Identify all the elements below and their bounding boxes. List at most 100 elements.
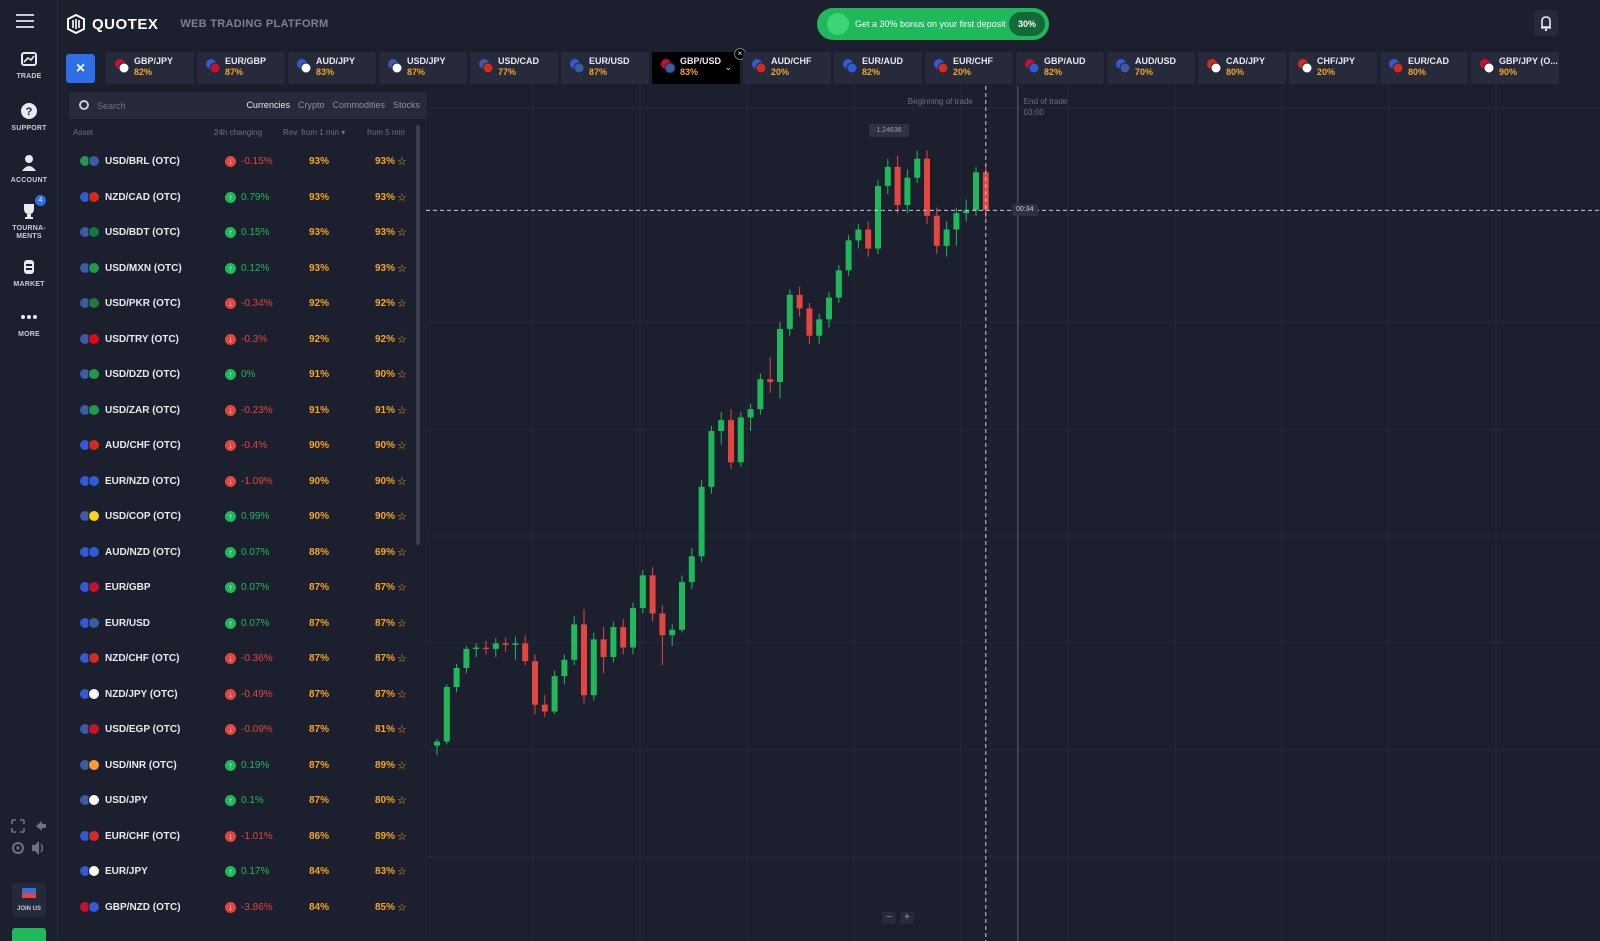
asset-row[interactable]: USD/BRL (OTC) ↓ -0.15% 93% 93% ☆: [69, 144, 419, 180]
promo-banner[interactable]: Get a 30% bonus on your first deposit 30…: [817, 8, 1049, 40]
star-icon[interactable]: ☆: [397, 865, 407, 878]
asset-row[interactable]: AUD/NZD (OTC) ↑ 0.07% 88% 69% ☆: [69, 535, 419, 571]
currency-flag-icon: [934, 59, 949, 74]
star-icon[interactable]: ☆: [397, 901, 407, 914]
candle-body: [796, 294, 803, 309]
star-icon[interactable]: ☆: [397, 688, 407, 701]
star-icon[interactable]: ☆: [397, 155, 407, 168]
asset-row[interactable]: NZD/CHF (OTC) ↓ -0.36% 87% 87% ☆: [69, 641, 419, 677]
asset-row[interactable]: USD/EGP (OTC) ↓ -0.09% 87% 81% ☆: [69, 712, 419, 748]
tab-gbp-aud[interactable]: GBP/AUD 82%: [1016, 52, 1104, 84]
rail-item-market[interactable]: MARKET: [0, 256, 58, 289]
tab-usd-cad[interactable]: USD/CAD 77%: [470, 52, 558, 84]
category-currencies[interactable]: Currencies: [246, 100, 290, 110]
currency-flag-icon: [79, 687, 101, 700]
tab-gbp-usd[interactable]: GBP/USD 83% ⌄ ×: [652, 48, 746, 84]
tab-aud-jpy[interactable]: AUD/JPY 83%: [288, 52, 376, 84]
star-icon[interactable]: ☆: [397, 617, 407, 630]
star-icon[interactable]: ☆: [397, 652, 407, 665]
star-icon[interactable]: ☆: [397, 333, 407, 346]
zoom-out-button[interactable]: −: [882, 912, 896, 924]
asset-row[interactable]: EUR/USD ↑ 0.07% 87% 87% ☆: [69, 606, 419, 642]
star-icon[interactable]: ☆: [397, 226, 407, 239]
tab-eur-gbp[interactable]: EUR/GBP 87%: [197, 52, 285, 84]
category-stocks[interactable]: Stocks: [393, 100, 420, 110]
rail-item-trade[interactable]: TRADE: [0, 48, 58, 81]
asset-row[interactable]: USD/ZAR (OTC) ↓ -0.23% 91% 91% ☆: [69, 393, 419, 429]
collapse-icon[interactable]: [36, 821, 46, 831]
tab-eur-chf[interactable]: EUR/CHF 20%: [925, 52, 1013, 84]
rail-item-more[interactable]: MORE: [0, 306, 58, 339]
star-icon[interactable]: ☆: [397, 475, 407, 488]
col-rev1[interactable]: Rev. from 1 min ▾: [283, 128, 345, 137]
rail-item-tournaments[interactable]: 4 TOURNA- MENTS: [0, 195, 58, 241]
tab-gbp-jpy[interactable]: GBP/JPY 82%: [106, 52, 194, 84]
settings-icon[interactable]: [12, 842, 24, 854]
star-icon[interactable]: ☆: [397, 830, 407, 843]
tab-payout: 20%: [771, 67, 790, 77]
menu-icon[interactable]: [16, 14, 34, 28]
tab-eur-cad[interactable]: EUR/CAD 80%: [1380, 52, 1468, 84]
search-input[interactable]: [97, 98, 217, 114]
price-chart[interactable]: Beginning of trade End of trade 03:00 1.…: [426, 86, 1600, 941]
asset-row[interactable]: USD/MXN (OTC) ↑ 0.12% 93% 93% ☆: [69, 251, 419, 287]
asset-row[interactable]: USD/DZD (OTC) ↑ 0% 91% 90% ☆: [69, 357, 419, 393]
asset-row[interactable]: USD/BDT (OTC) ↑ 0.15% 93% 93% ☆: [69, 215, 419, 251]
asset-change: -0.09%: [241, 724, 273, 735]
zoom-in-button[interactable]: +: [900, 912, 914, 924]
tab-gbp-jpy-o[interactable]: GBP/JPY (O... 90%: [1471, 52, 1559, 84]
tab-cad-jpy[interactable]: CAD/JPY 80%: [1198, 52, 1286, 84]
star-icon[interactable]: ☆: [397, 404, 407, 417]
chevron-down-icon[interactable]: ⌄: [724, 62, 732, 73]
asset-row[interactable]: USD/PKR (OTC) ↓ -0.34% 92% 92% ☆: [69, 286, 419, 322]
star-icon[interactable]: ☆: [397, 262, 407, 275]
category-crypto[interactable]: Crypto: [298, 100, 325, 110]
col-change[interactable]: 24h changing: [214, 128, 262, 137]
sound-icon[interactable]: [32, 841, 44, 855]
star-icon[interactable]: ☆: [397, 510, 407, 523]
star-icon[interactable]: ☆: [397, 581, 407, 594]
asset-payout-1min: 90%: [309, 511, 330, 522]
left-rail: TRADE ? SUPPORT ACCOUNT 4 TOURNA- MENTS: [0, 0, 58, 941]
asset-list-scrollbar[interactable]: [416, 125, 420, 545]
rail-item-support[interactable]: ? SUPPORT: [0, 100, 58, 133]
asset-row[interactable]: USD/COP (OTC) ↑ 0.99% 90% 90% ☆: [69, 499, 419, 535]
join-us-button[interactable]: JOIN US: [12, 883, 46, 917]
star-icon[interactable]: ☆: [397, 368, 407, 381]
tab-aud-usd[interactable]: AUD/USD 70%: [1107, 52, 1195, 84]
asset-row[interactable]: EUR/CHF (OTC) ↓ -1.01% 86% 89% ☆: [69, 819, 419, 855]
asset-row[interactable]: NZD/CAD (OTC) ↑ 0.79% 93% 93% ☆: [69, 180, 419, 216]
close-tabs-button[interactable]: ×: [66, 54, 95, 83]
candle-body: [943, 229, 950, 246]
asset-payout-1min: 87%: [309, 653, 330, 664]
star-icon[interactable]: ☆: [397, 297, 407, 310]
star-icon[interactable]: ☆: [397, 191, 407, 204]
tab-eur-usd[interactable]: EUR/USD 87%: [561, 52, 649, 84]
star-icon[interactable]: ☆: [397, 794, 407, 807]
asset-row[interactable]: NZD/JPY (OTC) ↓ -0.49% 87% 87% ☆: [69, 677, 419, 713]
tab-chf-jpy[interactable]: CHF/JPY 20%: [1289, 52, 1377, 84]
star-icon[interactable]: ☆: [397, 546, 407, 559]
star-icon[interactable]: ☆: [397, 723, 407, 736]
asset-row[interactable]: GBP/NZD (OTC) ↓ -3.86% 84% 85% ☆: [69, 890, 419, 926]
category-commodities[interactable]: Commodities: [332, 100, 385, 110]
notification-button[interactable]: [1534, 10, 1558, 36]
tab-eur-aud[interactable]: EUR/AUD 82%: [834, 52, 922, 84]
asset-row[interactable]: EUR/GBP ↑ 0.07% 87% 87% ☆: [69, 570, 419, 606]
asset-row[interactable]: USD/TRY (OTC) ↓ -0.3% 92% 92% ☆: [69, 322, 419, 358]
tab-aud-chf[interactable]: AUD/CHF 20%: [743, 52, 831, 84]
asset-row[interactable]: EUR/JPY ↑ 0.17% 84% 83% ☆: [69, 854, 419, 890]
asset-row[interactable]: USD/INR (OTC) ↑ 0.19% 87% 89% ☆: [69, 748, 419, 784]
rail-item-account[interactable]: ACCOUNT: [0, 152, 58, 185]
asset-row[interactable]: USD/JPY ↑ 0.1% 87% 80% ☆: [69, 783, 419, 819]
asset-row[interactable]: EUR/NZD (OTC) ↓ -1.09% 90% 90% ☆: [69, 464, 419, 500]
asset-row[interactable]: AUD/CHF (OTC) ↓ -0.4% 90% 90% ☆: [69, 428, 419, 464]
star-icon[interactable]: ☆: [397, 759, 407, 772]
candle-body: [924, 158, 930, 216]
col-rev5[interactable]: from 5 min: [367, 128, 405, 137]
logo[interactable]: QUOTEX WEB TRADING PLATFORM: [66, 14, 329, 34]
tab-usd-jpy[interactable]: USD/JPY 87%: [379, 52, 467, 84]
fullscreen-icon[interactable]: [11, 819, 25, 833]
col-asset[interactable]: Asset: [73, 128, 93, 137]
star-icon[interactable]: ☆: [397, 439, 407, 452]
